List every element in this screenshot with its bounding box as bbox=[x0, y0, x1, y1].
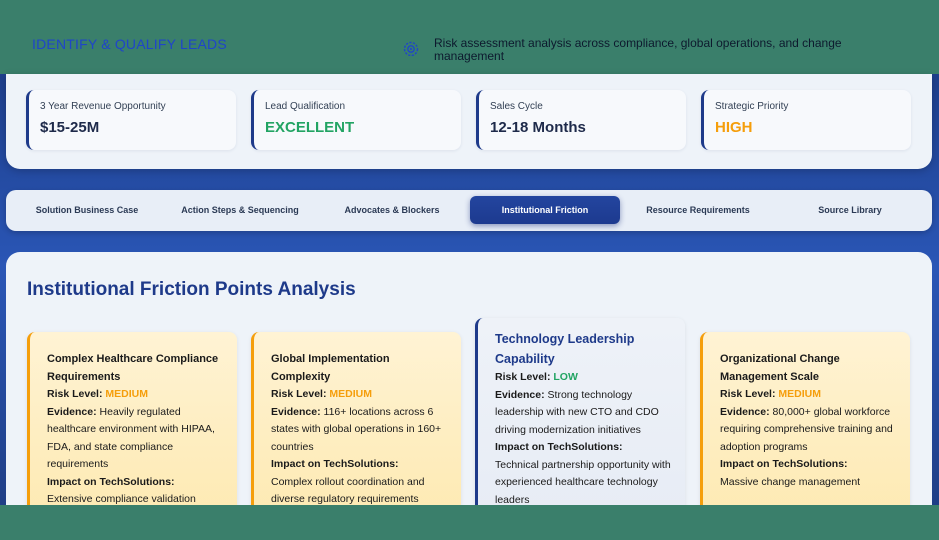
tab-action-steps[interactable]: Action Steps & Sequencing bbox=[166, 196, 314, 224]
metric-value: EXCELLENT bbox=[265, 119, 355, 136]
impact-label: Impact on TechSolutions: bbox=[271, 458, 399, 470]
page-title: IDENTIFY & QUALIFY LEADS bbox=[32, 36, 227, 52]
tab-resource-requirements[interactable]: Resource Requirements bbox=[628, 196, 768, 224]
tab-advocates-blockers[interactable]: Advocates & Blockers bbox=[322, 196, 462, 224]
evidence-line: Evidence: Strong technology leadership w… bbox=[495, 388, 659, 436]
risk-badge: MEDIUM bbox=[105, 388, 148, 400]
risk-line: Risk Level: MEDIUM bbox=[271, 388, 372, 400]
friction-card-change-management: Organizational Change Management Scale R… bbox=[700, 332, 910, 505]
card-title: Organizational Change Management Scale bbox=[720, 353, 840, 383]
metric-sales-cycle: Sales Cycle 12-18 Months bbox=[476, 90, 686, 150]
risk-badge: MEDIUM bbox=[329, 388, 372, 400]
tab-source-library[interactable]: Source Library bbox=[776, 196, 924, 224]
tab-solution-business-case[interactable]: Solution Business Case bbox=[16, 196, 158, 224]
metric-label: 3 Year Revenue Opportunity bbox=[40, 101, 166, 112]
metric-label: Lead Qualification bbox=[265, 101, 346, 112]
metric-label: Sales Cycle bbox=[490, 101, 543, 112]
risk-line: Risk Level: MEDIUM bbox=[47, 388, 148, 400]
evidence-line: Evidence: Heavily regulated healthcare e… bbox=[47, 405, 215, 471]
header-description: Risk assessment analysis across complian… bbox=[434, 36, 842, 63]
bottom-banner bbox=[0, 505, 939, 540]
tab-institutional-friction[interactable]: Institutional Friction bbox=[470, 196, 620, 224]
evidence-line: Evidence: 116+ locations across 6 states… bbox=[271, 405, 442, 453]
top-banner: IDENTIFY & QUALIFY LEADS Risk assessment… bbox=[0, 0, 939, 74]
card-title: Complex Healthcare Compliance Requiremen… bbox=[47, 353, 219, 383]
impact-text: Massive change management bbox=[720, 475, 861, 488]
risk-line: Risk Level: LOW bbox=[495, 371, 578, 383]
metric-label: Strategic Priority bbox=[715, 101, 789, 112]
tab-bar: Solution Business Case Action Steps & Se… bbox=[6, 190, 932, 231]
friction-card-compliance: Complex Healthcare Compliance Requiremen… bbox=[27, 332, 237, 505]
card-title: Technology Leadership Capability bbox=[495, 332, 635, 366]
section-heading: Institutional Friction Points Analysis bbox=[27, 279, 356, 300]
friction-card-global-implementation: Global Implementation Complexity Risk Le… bbox=[251, 332, 461, 505]
risk-line: Risk Level: MEDIUM bbox=[720, 388, 821, 400]
impact-text: Complex rollout coordination and diverse… bbox=[271, 475, 425, 506]
impact-label: Impact on TechSolutions: bbox=[495, 441, 623, 453]
friction-analysis-panel: Institutional Friction Points Analysis C… bbox=[6, 252, 932, 505]
risk-badge: LOW bbox=[553, 371, 578, 383]
impact-label: Impact on TechSolutions: bbox=[720, 458, 848, 470]
impact-text: Technical partnership opportunity with e… bbox=[495, 458, 671, 506]
metric-value: HIGH bbox=[715, 119, 753, 136]
shield-gear-icon bbox=[403, 41, 419, 57]
impact-text: Extensive compliance validation bbox=[47, 493, 196, 505]
metric-strategic-priority: Strategic Priority HIGH bbox=[701, 90, 911, 150]
metric-revenue-opportunity: 3 Year Revenue Opportunity $15-25M bbox=[26, 90, 236, 150]
friction-card-technology-leadership: Technology Leadership Capability Risk Le… bbox=[475, 318, 685, 505]
metrics-panel: 3 Year Revenue Opportunity $15-25M Lead … bbox=[6, 74, 932, 169]
metric-value: 12-18 Months bbox=[490, 119, 586, 136]
risk-badge: MEDIUM bbox=[778, 388, 821, 400]
card-title: Global Implementation Complexity bbox=[271, 353, 390, 383]
metric-value: $15-25M bbox=[40, 119, 100, 136]
impact-label: Impact on TechSolutions: bbox=[47, 475, 175, 488]
metric-lead-qualification: Lead Qualification EXCELLENT bbox=[251, 90, 461, 150]
evidence-line: Evidence: 80,000+ global workforce requi… bbox=[720, 405, 893, 453]
